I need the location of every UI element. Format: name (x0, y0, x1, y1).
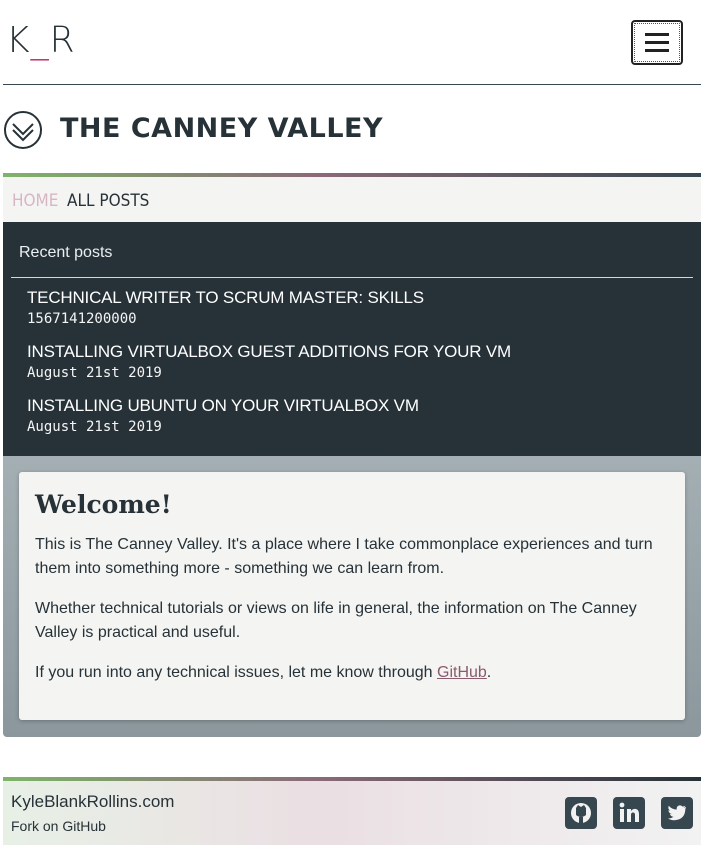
post-date: 1567141200000 (27, 311, 137, 327)
welcome-card: Welcome! This is The Canney Valley. It's… (19, 472, 685, 720)
hamburger-icon (645, 33, 669, 36)
main-nav: HOME ALL POSTS (3, 173, 701, 222)
github-icon[interactable] (565, 797, 597, 829)
post-title-link[interactable]: INSTALLING VIRTUALBOX GUEST ADDITIONS FO… (27, 342, 511, 362)
main-content-panel: Welcome! This is The Canney Valley. It's… (3, 456, 701, 737)
fork-on-github-link[interactable]: Fork on GitHub (11, 818, 106, 834)
recent-posts-panel: Recent posts TECHNICAL WRITER TO SCRUM M… (3, 222, 701, 456)
post-title-link[interactable]: INSTALLING UBUNTU ON YOUR VIRTUALBOX VM (27, 396, 419, 416)
linkedin-icon[interactable] (613, 797, 645, 829)
divider (11, 277, 693, 278)
welcome-paragraph: This is The Canney Valley. It's a place … (35, 536, 653, 577)
site-footer: KyleBlankRollins.com Fork on GitHub (3, 777, 701, 845)
chevron-badge-icon (3, 110, 43, 150)
post-item: INSTALLING VIRTUALBOX GUEST ADDITIONS FO… (27, 342, 511, 381)
top-navbar: K_R (3, 0, 701, 85)
post-date: August 21st 2019 (27, 419, 162, 435)
github-link[interactable]: GitHub (437, 664, 487, 681)
nav-all-posts-link[interactable]: ALL POSTS (67, 191, 149, 211)
post-item: TECHNICAL WRITER TO SCRUM MASTER: SKILLS… (27, 288, 424, 327)
footer-site-name: KyleBlankRollins.com (11, 792, 175, 811)
welcome-paragraph: Whether technical tutorials or views on … (35, 600, 637, 641)
nav-home-link[interactable]: HOME (12, 191, 58, 211)
post-title-link[interactable]: TECHNICAL WRITER TO SCRUM MASTER: SKILLS (27, 288, 424, 308)
post-date: August 21st 2019 (27, 365, 162, 381)
menu-toggle-button[interactable] (631, 20, 683, 65)
twitter-icon[interactable] (661, 797, 693, 829)
welcome-heading: Welcome! (35, 490, 172, 519)
site-title[interactable]: THE CANNEY VALLEY (60, 113, 383, 144)
footer-gradient-rule (3, 777, 701, 781)
nav-gradient-rule (3, 173, 701, 177)
welcome-paragraph: If you run into any technical issues, le… (35, 664, 492, 681)
recent-posts-heading: Recent posts (19, 244, 113, 261)
site-logo[interactable]: K_R (6, 20, 76, 61)
post-item: INSTALLING UBUNTU ON YOUR VIRTUALBOX VM … (27, 396, 419, 435)
